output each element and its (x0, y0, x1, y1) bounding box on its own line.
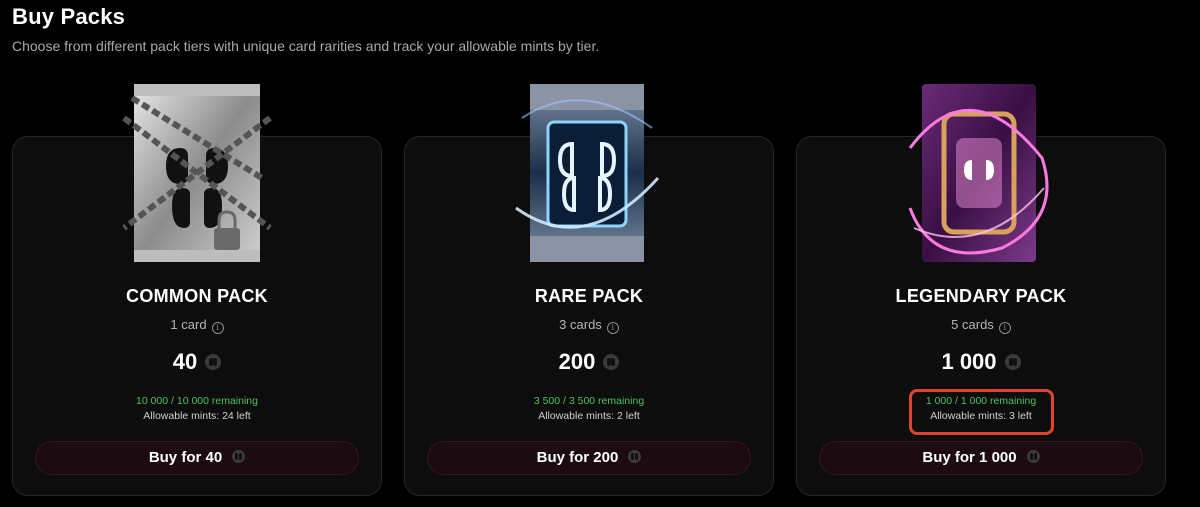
chained-pack-icon (122, 84, 272, 262)
page-subtitle: Choose from different pack tiers with un… (12, 38, 600, 54)
card-count: 1 card i (13, 317, 381, 334)
pack-name: RARE PACK (534, 286, 644, 306)
buy-button-label: Buy for 1 000 (922, 449, 1017, 466)
allowable-mints: Allowable mints: 3 left (930, 410, 1032, 422)
price-value: 200 (558, 349, 596, 374)
buy-legendary-button[interactable]: Buy for 1 000 (819, 441, 1143, 475)
card-count-label: 5 cards (951, 317, 994, 332)
buy-button-label: Buy for 200 (536, 449, 619, 466)
pack-price: 200 (405, 349, 773, 375)
coin-icon (205, 354, 222, 370)
info-icon[interactable]: i (606, 322, 619, 334)
pack-price: 1 000 (797, 349, 1165, 375)
price-value: 40 (172, 349, 198, 374)
page-title: Buy Packs (12, 4, 126, 29)
info-icon[interactable]: i (211, 322, 224, 334)
allowable-mints: Allowable mints: 2 left (538, 410, 640, 422)
card-count-label: 1 card (170, 317, 207, 332)
pack-name: COMMON PACK (126, 286, 268, 306)
price-value: 1 000 (941, 349, 997, 374)
mint-stats: 3 500 / 3 500 remaining Allowable mints:… (405, 395, 773, 422)
buy-common-button[interactable]: Buy for 40 (35, 441, 359, 475)
remaining-count: 10 000 / 10 000 remaining (135, 395, 258, 407)
neon-pink-pack-icon (908, 84, 1049, 262)
pack-name: LEGENDARY PACK (895, 286, 1067, 306)
info-icon[interactable]: i (998, 322, 1011, 334)
neon-blue-pack-icon (515, 84, 660, 262)
pack-price: 40 (13, 349, 381, 375)
remaining-count: 3 500 / 3 500 remaining (533, 395, 645, 407)
coin-icon (1026, 450, 1040, 463)
coin-icon (603, 354, 620, 370)
mint-stats: 10 000 / 10 000 remaining Allowable mint… (13, 395, 381, 422)
coin-icon (1004, 354, 1021, 370)
remaining-count: 1 000 / 1 000 remaining (925, 395, 1037, 407)
card-count: 3 cards i (405, 317, 773, 334)
buy-button-label: Buy for 40 (148, 449, 223, 466)
mint-stats: 1 000 / 1 000 remaining Allowable mints:… (797, 395, 1165, 422)
card-count-label: 3 cards (559, 317, 602, 332)
coin-icon (232, 450, 246, 463)
allowable-mints: Allowable mints: 24 left (143, 410, 251, 422)
coin-icon (628, 450, 642, 463)
card-count: 5 cards i (797, 317, 1165, 334)
buy-rare-button[interactable]: Buy for 200 (427, 441, 751, 475)
